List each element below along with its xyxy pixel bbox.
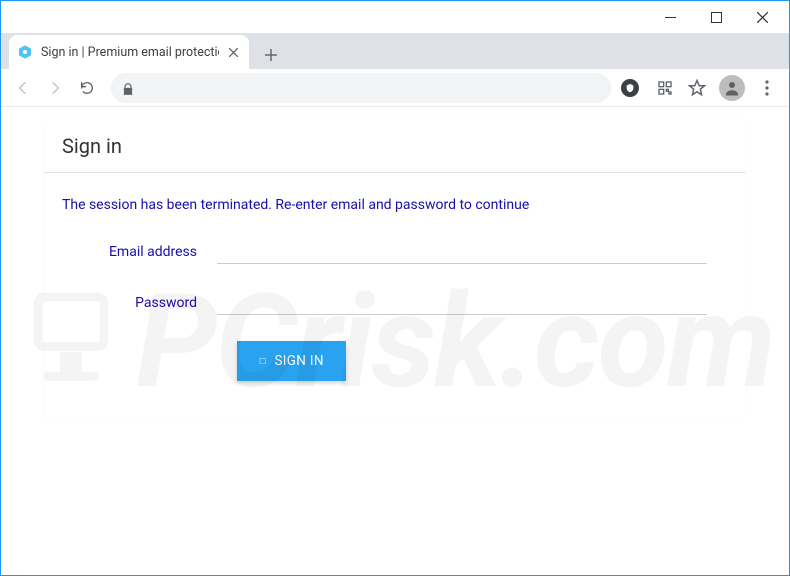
forward-button[interactable] bbox=[41, 74, 69, 102]
url-input[interactable] bbox=[143, 80, 601, 96]
card-body: The session has been terminated. Re-ente… bbox=[44, 173, 746, 417]
email-row: Email address bbox=[62, 239, 728, 264]
new-tab-button[interactable] bbox=[257, 41, 285, 69]
browser-window: Sign in | Premium email protectio bbox=[0, 0, 790, 576]
site-security-icon[interactable] bbox=[621, 79, 639, 97]
tab-favicon-icon bbox=[17, 44, 33, 60]
page-title: Sign in bbox=[62, 134, 728, 158]
back-button[interactable] bbox=[9, 74, 37, 102]
menu-dots-icon[interactable] bbox=[753, 74, 781, 102]
page-viewport: Sign in The session has been terminated.… bbox=[2, 108, 788, 574]
browser-toolbar bbox=[1, 69, 789, 107]
profile-avatar-icon[interactable] bbox=[719, 75, 745, 101]
signin-card: Sign in The session has been terminated.… bbox=[44, 120, 746, 417]
lock-glyph-icon: ☐ bbox=[259, 357, 266, 366]
tab-close-icon[interactable] bbox=[225, 44, 241, 60]
password-row: Password bbox=[62, 290, 728, 315]
maximize-button[interactable] bbox=[693, 2, 739, 32]
password-label: Password bbox=[62, 295, 217, 311]
signin-button[interactable]: ☐ SIGN IN bbox=[237, 341, 346, 381]
close-window-button[interactable] bbox=[739, 2, 785, 32]
address-bar[interactable] bbox=[111, 73, 611, 103]
session-message: The session has been terminated. Re-ente… bbox=[62, 197, 728, 213]
email-label: Email address bbox=[62, 244, 217, 260]
window-titlebar bbox=[1, 1, 789, 33]
tab-title: Sign in | Premium email protectio bbox=[41, 45, 219, 60]
card-header: Sign in bbox=[44, 120, 746, 173]
lock-icon bbox=[121, 81, 135, 95]
share-qr-icon[interactable] bbox=[651, 74, 679, 102]
minimize-button[interactable] bbox=[647, 2, 693, 32]
browser-tab[interactable]: Sign in | Premium email protectio bbox=[9, 35, 249, 69]
bookmark-star-icon[interactable] bbox=[683, 74, 711, 102]
password-field[interactable] bbox=[217, 290, 707, 315]
button-row: ☐ SIGN IN bbox=[62, 341, 728, 381]
signin-button-label: SIGN IN bbox=[274, 353, 323, 369]
reload-button[interactable] bbox=[73, 74, 101, 102]
tab-strip: Sign in | Premium email protectio bbox=[1, 33, 789, 69]
email-field[interactable] bbox=[217, 239, 707, 264]
